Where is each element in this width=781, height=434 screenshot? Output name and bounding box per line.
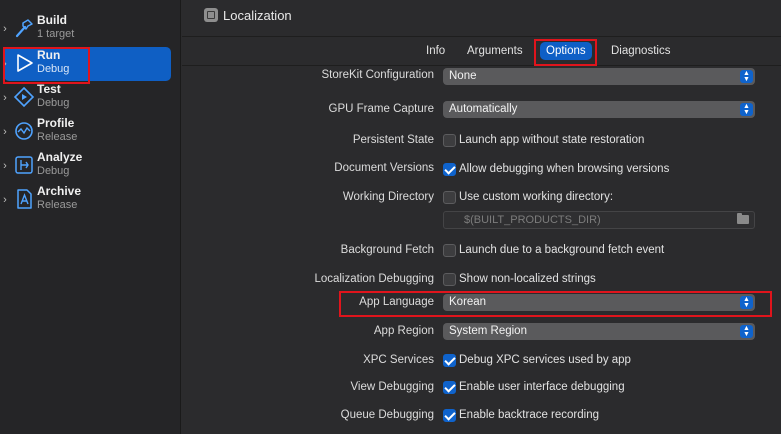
sidebar-item-analyze[interactable]: › Analyze Debug <box>1 149 171 183</box>
view-debugging-label: View Debugging <box>350 381 434 393</box>
sidebar-item-test[interactable]: › Test Debug <box>1 81 171 115</box>
working-directory-field[interactable]: $(BUILT_PRODUCTS_DIR) <box>443 211 755 229</box>
xpc-services-option[interactable]: Debug XPC services used by app <box>459 354 631 366</box>
scheme-action-sidebar: › Build 1 target › Run Debug › Test Debu… <box>0 0 181 434</box>
xpc-services-checkbox[interactable] <box>443 354 456 367</box>
document-versions-checkbox[interactable] <box>443 163 456 176</box>
app-language-value: Korean <box>449 296 487 308</box>
working-directory-placeholder: $(BUILT_PRODUCTS_DIR) <box>464 214 601 226</box>
disclosure-chevron-icon[interactable]: › <box>1 193 9 207</box>
persistent-state-option[interactable]: Launch app without state restoration <box>459 134 644 146</box>
popup-stepper-icon: ▲ ▼ <box>740 103 753 116</box>
sidebar-item-subtitle: Debug <box>37 63 70 75</box>
sidebar-item-profile[interactable]: › Profile Release <box>1 115 171 149</box>
document-versions-label: Document Versions <box>334 162 434 174</box>
profile-gauge-icon <box>13 120 35 142</box>
popup-stepper-icon: ▲ ▼ <box>740 296 753 309</box>
sidebar-item-subtitle: Release <box>37 199 78 211</box>
disclosure-chevron-icon[interactable]: › <box>1 57 9 71</box>
play-icon <box>13 52 35 74</box>
app-language-label: App Language <box>359 296 434 308</box>
queue-debugging-checkbox[interactable] <box>443 409 456 422</box>
storekit-popup[interactable]: None ▲ ▼ <box>443 68 755 85</box>
app-language-popup[interactable]: Korean ▲ ▼ <box>443 294 755 311</box>
tab-info[interactable]: Info <box>420 42 451 60</box>
view-debugging-option[interactable]: Enable user interface debugging <box>459 381 625 393</box>
sidebar-item-run[interactable]: › Run Debug <box>1 47 171 81</box>
gpu-frame-capture-popup[interactable]: Automatically ▲ ▼ <box>443 101 755 118</box>
storekit-value: None <box>449 70 477 82</box>
app-region-popup[interactable]: System Region ▲ ▼ <box>443 323 755 340</box>
app-region-value: System Region <box>449 325 527 337</box>
storekit-label: StoreKit Configuration <box>321 69 434 81</box>
persistent-state-checkbox[interactable] <box>443 134 456 147</box>
app-region-label: App Region <box>373 325 434 337</box>
options-pane: StoreKit Configuration None ▲ ▼ GPU Frame… <box>182 66 781 434</box>
folder-icon[interactable] <box>737 213 749 224</box>
sidebar-item-title: Profile <box>37 116 75 130</box>
sidebar-item-archive[interactable]: › Archive Release <box>1 183 171 217</box>
disclosure-chevron-icon[interactable]: › <box>1 125 9 139</box>
popup-stepper-icon: ▲ ▼ <box>740 70 753 83</box>
tab-options[interactable]: Options <box>540 42 592 60</box>
localization-debugging-option[interactable]: Show non-localized strings <box>459 273 596 285</box>
queue-debugging-option[interactable]: Enable backtrace recording <box>459 409 599 421</box>
sidebar-item-title: Analyze <box>37 150 83 164</box>
localization-debugging-label: Localization Debugging <box>314 273 434 285</box>
sidebar-item-subtitle: Debug <box>37 165 70 177</box>
background-fetch-checkbox[interactable] <box>443 244 456 257</box>
sidebar-item-build[interactable]: › Build 1 target <box>1 12 171 46</box>
persistent-state-label: Persistent State <box>352 134 434 146</box>
working-directory-option[interactable]: Use custom working directory: <box>459 191 613 203</box>
tab-diagnostics[interactable]: Diagnostics <box>605 42 676 60</box>
background-fetch-option[interactable]: Launch due to a background fetch event <box>459 244 664 256</box>
popup-stepper-icon: ▲ ▼ <box>740 325 753 338</box>
view-debugging-checkbox[interactable] <box>443 381 456 394</box>
document-versions-option[interactable]: Allow debugging when browsing versions <box>459 163 669 175</box>
hammer-icon <box>13 17 35 39</box>
scheme-icon <box>204 8 218 22</box>
gpu-frame-capture-value: Automatically <box>449 103 518 115</box>
tab-bar: Info Arguments Options Diagnostics <box>182 37 781 66</box>
xpc-services-label: XPC Services <box>363 354 434 366</box>
sidebar-item-title: Build <box>37 13 67 27</box>
gpu-frame-capture-label: GPU Frame Capture <box>328 103 434 115</box>
disclosure-chevron-icon[interactable]: › <box>1 91 9 105</box>
sidebar-item-title: Test <box>37 82 61 96</box>
working-directory-label: Working Directory <box>342 191 434 203</box>
disclosure-chevron-icon[interactable]: › <box>1 22 9 36</box>
sidebar-item-subtitle: 1 target <box>37 28 75 40</box>
analyze-icon <box>13 154 35 176</box>
sidebar-item-subtitle: Debug <box>37 97 70 109</box>
background-fetch-label: Background Fetch <box>340 244 434 256</box>
scheme-header: Localization <box>182 0 781 37</box>
sidebar-item-subtitle: Release <box>37 131 78 143</box>
sidebar-item-title: Archive <box>37 184 82 198</box>
localization-debugging-checkbox[interactable] <box>443 273 456 286</box>
working-directory-checkbox[interactable] <box>443 191 456 204</box>
queue-debugging-label: Queue Debugging <box>340 409 434 421</box>
disclosure-chevron-icon[interactable]: › <box>1 159 9 173</box>
test-diamond-icon <box>13 86 35 108</box>
tab-arguments[interactable]: Arguments <box>461 42 529 60</box>
sidebar-item-title: Run <box>37 48 61 62</box>
archive-icon <box>13 188 35 210</box>
page-title: Localization <box>223 8 292 23</box>
